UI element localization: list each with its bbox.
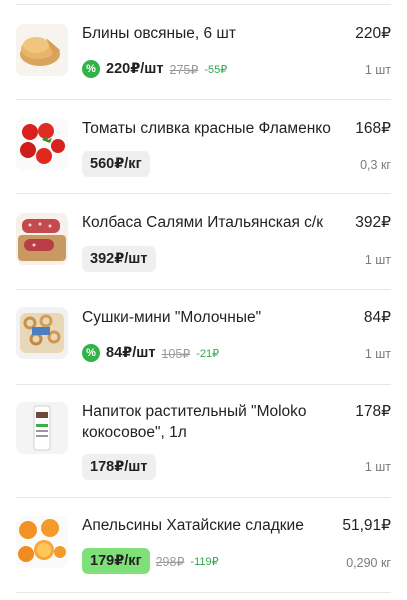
item-quantity: 1 шт <box>364 460 391 474</box>
price-line: % 220₽/шт 275₽ -55₽ <box>82 56 227 82</box>
price-line: 179₽/кг 298₽ -119₽ <box>82 548 219 574</box>
product-image-oranges[interactable] <box>16 516 68 568</box>
divider <box>16 497 391 498</box>
discount-icon: % <box>82 344 100 362</box>
item-total: 168₽ <box>355 120 391 137</box>
item-name[interactable]: Напиток растительный "Moloko кокосовое",… <box>82 401 344 443</box>
price-line: % 84₽/шт 105₽ -21₽ <box>82 340 219 366</box>
item-name[interactable]: Сушки-мини "Молочные" <box>82 307 344 328</box>
divider <box>16 289 391 290</box>
unit-price: 178₽/шт <box>82 454 156 480</box>
product-image-coconut-drink[interactable] <box>16 402 68 454</box>
item-name[interactable]: Апельсины Хатайские сладкие <box>82 515 344 536</box>
item-quantity: 1 шт <box>364 63 391 77</box>
price-line: 392₽/шт <box>82 246 156 272</box>
price-diff: -119₽ <box>190 555 219 568</box>
divider <box>16 592 391 593</box>
price-line: 178₽/шт <box>82 454 156 480</box>
item-total: 178₽ <box>355 403 391 420</box>
old-price: 298₽ <box>155 554 185 569</box>
divider <box>16 99 391 100</box>
divider <box>16 193 391 194</box>
item-quantity: 0,3 кг <box>360 158 391 172</box>
price-diff: -21₽ <box>196 347 220 360</box>
old-price: 275₽ <box>169 62 199 77</box>
product-image-pancakes[interactable] <box>16 24 68 76</box>
discount-icon: % <box>82 60 100 78</box>
divider <box>16 384 391 385</box>
item-quantity: 0,290 кг <box>346 556 391 570</box>
product-image-tomatoes[interactable] <box>16 118 68 170</box>
item-total: 220₽ <box>355 25 391 42</box>
price-diff: -55₽ <box>204 63 228 76</box>
unit-price: 220₽/шт <box>106 61 164 77</box>
divider <box>16 4 391 5</box>
old-price: 105₽ <box>161 346 191 361</box>
item-total: 84₽ <box>363 309 391 326</box>
product-image-sushki[interactable] <box>16 307 68 359</box>
item-total: 51,91₽ <box>342 517 391 534</box>
unit-price: 179₽/кг <box>82 548 150 574</box>
price-line: 560₽/кг <box>82 151 150 177</box>
item-name[interactable]: Томаты сливка красные Фламенко <box>82 118 344 139</box>
unit-price: 560₽/кг <box>82 151 150 177</box>
item-total: 392₽ <box>355 214 391 231</box>
unit-price: 84₽/шт <box>106 345 156 361</box>
unit-price: 392₽/шт <box>82 246 156 272</box>
item-name[interactable]: Колбаса Салями Итальянская с/к <box>82 212 344 233</box>
item-quantity: 1 шт <box>364 347 391 361</box>
product-image-salami[interactable] <box>16 213 68 265</box>
item-name[interactable]: Блины овсяные, 6 шт <box>82 23 344 44</box>
item-quantity: 1 шт <box>364 253 391 267</box>
